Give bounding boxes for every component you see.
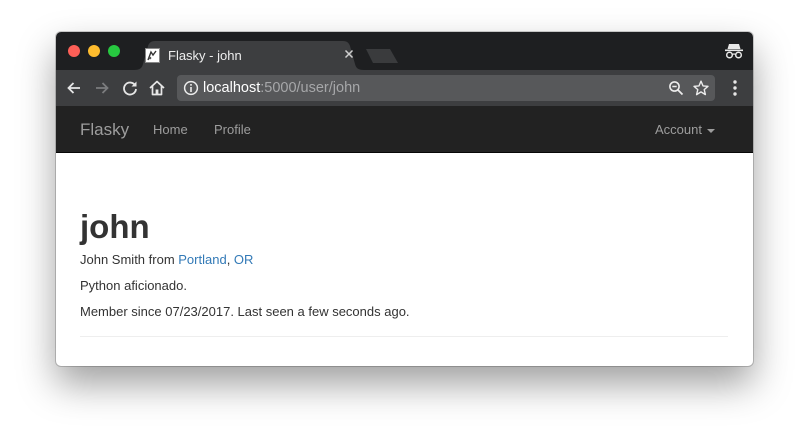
profile-member-since: Member since 07/23/2017. Last seen a few… [80,304,410,319]
tab-strip: Flasky - john [56,32,753,70]
nav-item-home[interactable]: Home [153,122,188,137]
zoom-icon[interactable] [668,80,684,96]
url-text[interactable]: localhost:5000/user/john [203,80,360,96]
menu-icon[interactable] [729,78,741,98]
profile-about: Python aficionado. [80,278,187,293]
state-link[interactable]: OR [234,252,254,267]
nav-item-profile[interactable]: Profile [214,122,251,137]
city-link[interactable]: Portland [178,252,226,267]
site-navbar: Flasky Home Profile Account [56,106,753,153]
divider [80,336,728,337]
location-separator: , [226,252,234,267]
minimize-window-button[interactable] [88,45,100,57]
account-label: Account [655,122,702,137]
maximize-window-button[interactable] [108,45,120,57]
favicon-icon [145,48,160,63]
browser-toolbar: localhost:5000/user/john [56,70,753,106]
new-tab-icon[interactable] [366,48,400,64]
url-path: :5000/user/john [260,80,361,96]
info-icon[interactable] [183,80,199,96]
close-window-button[interactable] [68,45,80,57]
back-icon[interactable] [65,79,83,97]
caret-down-icon [706,128,715,133]
tab-title: Flasky - john [168,48,242,63]
home-icon[interactable] [148,79,166,97]
account-dropdown[interactable]: Account [655,122,715,137]
navbar-brand[interactable]: Flasky [80,120,129,140]
profile-name-location: John Smith from Portland, OR [80,252,253,267]
browser-tab-active[interactable]: Flasky - john [134,41,364,70]
address-bar[interactable]: localhost:5000/user/john [177,75,715,101]
url-host: localhost [203,80,261,96]
browser-window: Flasky - john localhost:5000/user/john F… [56,32,753,366]
tab-close-icon[interactable] [341,46,357,62]
incognito-icon [725,44,743,59]
page-title: john [80,208,150,245]
name-text: John Smith from [80,252,179,267]
bookmark-star-icon[interactable] [693,80,709,96]
reload-icon[interactable] [121,79,139,97]
forward-icon[interactable] [93,79,111,97]
